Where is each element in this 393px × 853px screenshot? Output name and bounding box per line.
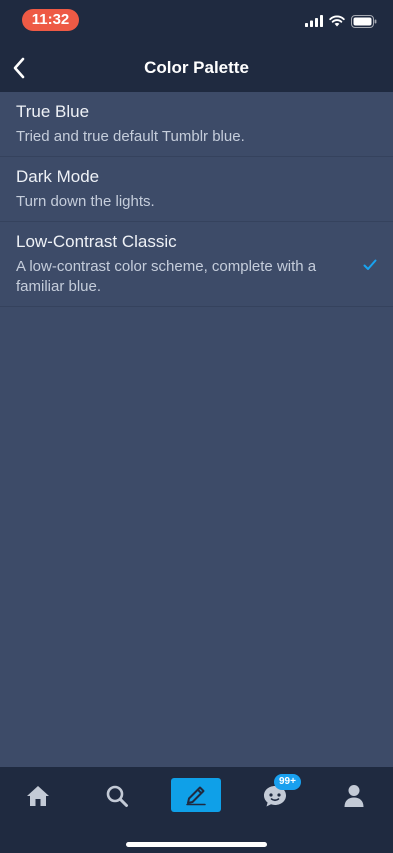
tab-bar: [0, 767, 393, 853]
option-description: Turn down the lights.: [16, 193, 155, 210]
account-icon: [344, 785, 364, 807]
option-title: Dark Mode: [16, 167, 100, 186]
screen: 11:32 Color Palette True Blue Tried and …: [0, 0, 393, 853]
option-title: True Blue: [16, 102, 90, 121]
option-description: A low-contrast color scheme, complete wi…: [16, 258, 317, 295]
page-title: Color Palette: [144, 58, 249, 77]
option-description: Tried and true default Tumblr blue.: [16, 128, 245, 145]
palette-option-list: True Blue Tried and true default Tumblr …: [0, 92, 393, 307]
wifi-icon: [329, 15, 345, 27]
battery-icon: [351, 14, 377, 28]
home-icon: [27, 786, 49, 806]
option-title: Low-Contrast Classic: [16, 232, 177, 251]
palette-option-true-blue[interactable]: True Blue Tried and true default Tumblr …: [0, 92, 393, 157]
compose-icon: [186, 786, 206, 806]
palette-option-dark-mode[interactable]: Dark Mode Turn down the lights.: [0, 157, 393, 222]
search-icon: [106, 785, 128, 807]
status-time[interactable]: 11:32: [22, 9, 79, 31]
activity-badge: 99+: [274, 774, 301, 790]
signal-icon: [305, 15, 323, 27]
home-indicator[interactable]: [126, 842, 267, 847]
tab-compose[interactable]: [171, 778, 221, 812]
status-bar: 11:32: [0, 0, 393, 44]
tab-search[interactable]: [91, 777, 143, 815]
tab-home[interactable]: [12, 777, 64, 815]
nav-bar: Color Palette: [0, 44, 393, 92]
checkmark-icon: [363, 259, 377, 270]
status-icons: [305, 14, 377, 28]
tab-account[interactable]: [328, 777, 380, 815]
palette-option-low-contrast-classic[interactable]: Low-Contrast Classic A low-contrast colo…: [0, 222, 393, 307]
